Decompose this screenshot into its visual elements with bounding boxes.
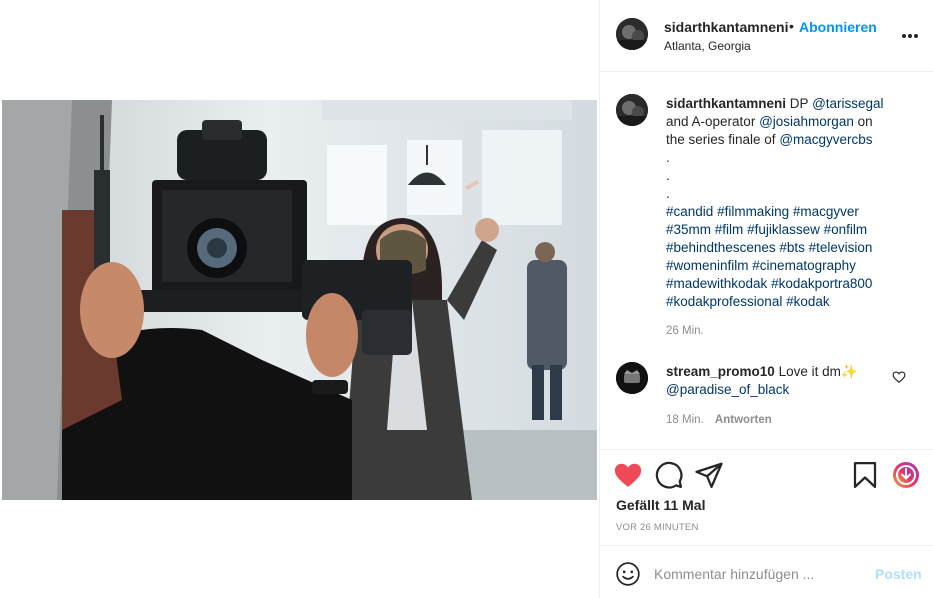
- hashtag-link[interactable]: #fujiklassew: [747, 222, 820, 237]
- author-avatar[interactable]: [616, 18, 648, 50]
- hashtag-link[interactable]: #cinematography: [752, 258, 856, 273]
- hashtag-link[interactable]: #onfilm: [824, 222, 868, 237]
- caption-dot: .: [666, 168, 670, 183]
- hashtag-link[interactable]: #womeninfilm: [666, 258, 749, 273]
- caption-author-avatar[interactable]: [616, 94, 648, 126]
- hashtag-link[interactable]: #kodakportra800: [771, 276, 872, 291]
- comment-input[interactable]: [654, 560, 854, 588]
- caption-username[interactable]: sidarthkantamneni: [666, 96, 786, 111]
- post-age: VOR 26 MINUTEN: [616, 522, 699, 533]
- hashtag-link[interactable]: #candid: [666, 204, 713, 219]
- post-caption: sidarthkantamneni DP @tarissegal and A-o…: [666, 95, 891, 311]
- caption-text-0: DP: [789, 96, 813, 111]
- caption-timestamp: 26 Min.: [666, 325, 704, 337]
- caption-dot: .: [666, 186, 670, 201]
- reply-button[interactable]: Antworten: [715, 414, 772, 426]
- follow-button[interactable]: Abonnieren: [799, 19, 877, 35]
- comment-icon[interactable]: [654, 460, 684, 490]
- post-photo-image: [2, 100, 597, 500]
- post-photo[interactable]: [2, 100, 597, 500]
- post-comment-button[interactable]: Posten: [875, 566, 922, 582]
- emoji-icon[interactable]: [615, 561, 641, 587]
- mention-link[interactable]: @macgyvercbs: [779, 132, 872, 147]
- mention-link[interactable]: @tarissegal: [812, 96, 883, 111]
- save-bookmark-icon[interactable]: [850, 460, 880, 490]
- more-options-icon[interactable]: [900, 26, 920, 46]
- post-header: sidarthkantamneni • Abonnieren Atlanta, …: [600, 0, 933, 72]
- hashtag-link[interactable]: #macgyver: [793, 204, 859, 219]
- comment-meta: 18 Min. Antworten: [666, 414, 772, 426]
- hashtag-link[interactable]: #kodakprofessional: [666, 294, 782, 309]
- commenter-avatar[interactable]: [616, 362, 648, 394]
- hashtag-link[interactable]: #bts: [779, 240, 805, 255]
- comment-body: stream_promo10 Love it dm✨ @paradise_of_…: [666, 363, 871, 399]
- post-action-bar: [600, 458, 933, 492]
- hashtag-link[interactable]: #kodak: [786, 294, 830, 309]
- hashtag-link[interactable]: #madewithkodak: [666, 276, 767, 291]
- add-comment-bar: Posten: [600, 545, 933, 598]
- comment-mention-link[interactable]: @paradise_of_black: [666, 382, 789, 397]
- post-location[interactable]: Atlanta, Georgia: [664, 39, 751, 53]
- hashtag-link[interactable]: #film: [715, 222, 744, 237]
- caption-avatar-image: [616, 94, 648, 126]
- like-count[interactable]: Gefällt 11 Mal: [616, 497, 705, 513]
- download-icon[interactable]: [891, 460, 921, 490]
- hashtag-link[interactable]: #television: [809, 240, 873, 255]
- post-media-area: [0, 0, 600, 598]
- commenter-username[interactable]: stream_promo10: [666, 364, 775, 379]
- hashtag-link[interactable]: #behindthescenes: [666, 240, 776, 255]
- mention-link[interactable]: @josiahmorgan: [759, 114, 854, 129]
- heart-icon[interactable]: [613, 460, 643, 490]
- comment-like-heart-icon[interactable]: [892, 370, 906, 384]
- commenter-avatar-image: [616, 362, 648, 394]
- caption-text-2: and A-operator: [666, 114, 760, 129]
- post-side-panel: sidarthkantamneni • Abonnieren Atlanta, …: [600, 0, 933, 598]
- comments-section: sidarthkantamneni DP @tarissegal and A-o…: [600, 72, 933, 450]
- hashtag-list: #candid #filmmaking #macgyver #35mm #fil…: [666, 204, 872, 309]
- author-username[interactable]: sidarthkantamneni: [664, 19, 788, 35]
- author-avatar-image: [616, 18, 648, 50]
- separator-dot: •: [789, 18, 794, 34]
- caption-dot: .: [666, 150, 670, 165]
- comment-text: Love it dm✨: [778, 364, 858, 379]
- hashtag-link[interactable]: #35mm: [666, 222, 711, 237]
- hashtag-link[interactable]: #filmmaking: [717, 204, 789, 219]
- comment-timestamp: 18 Min.: [666, 414, 704, 426]
- share-icon[interactable]: [694, 460, 724, 490]
